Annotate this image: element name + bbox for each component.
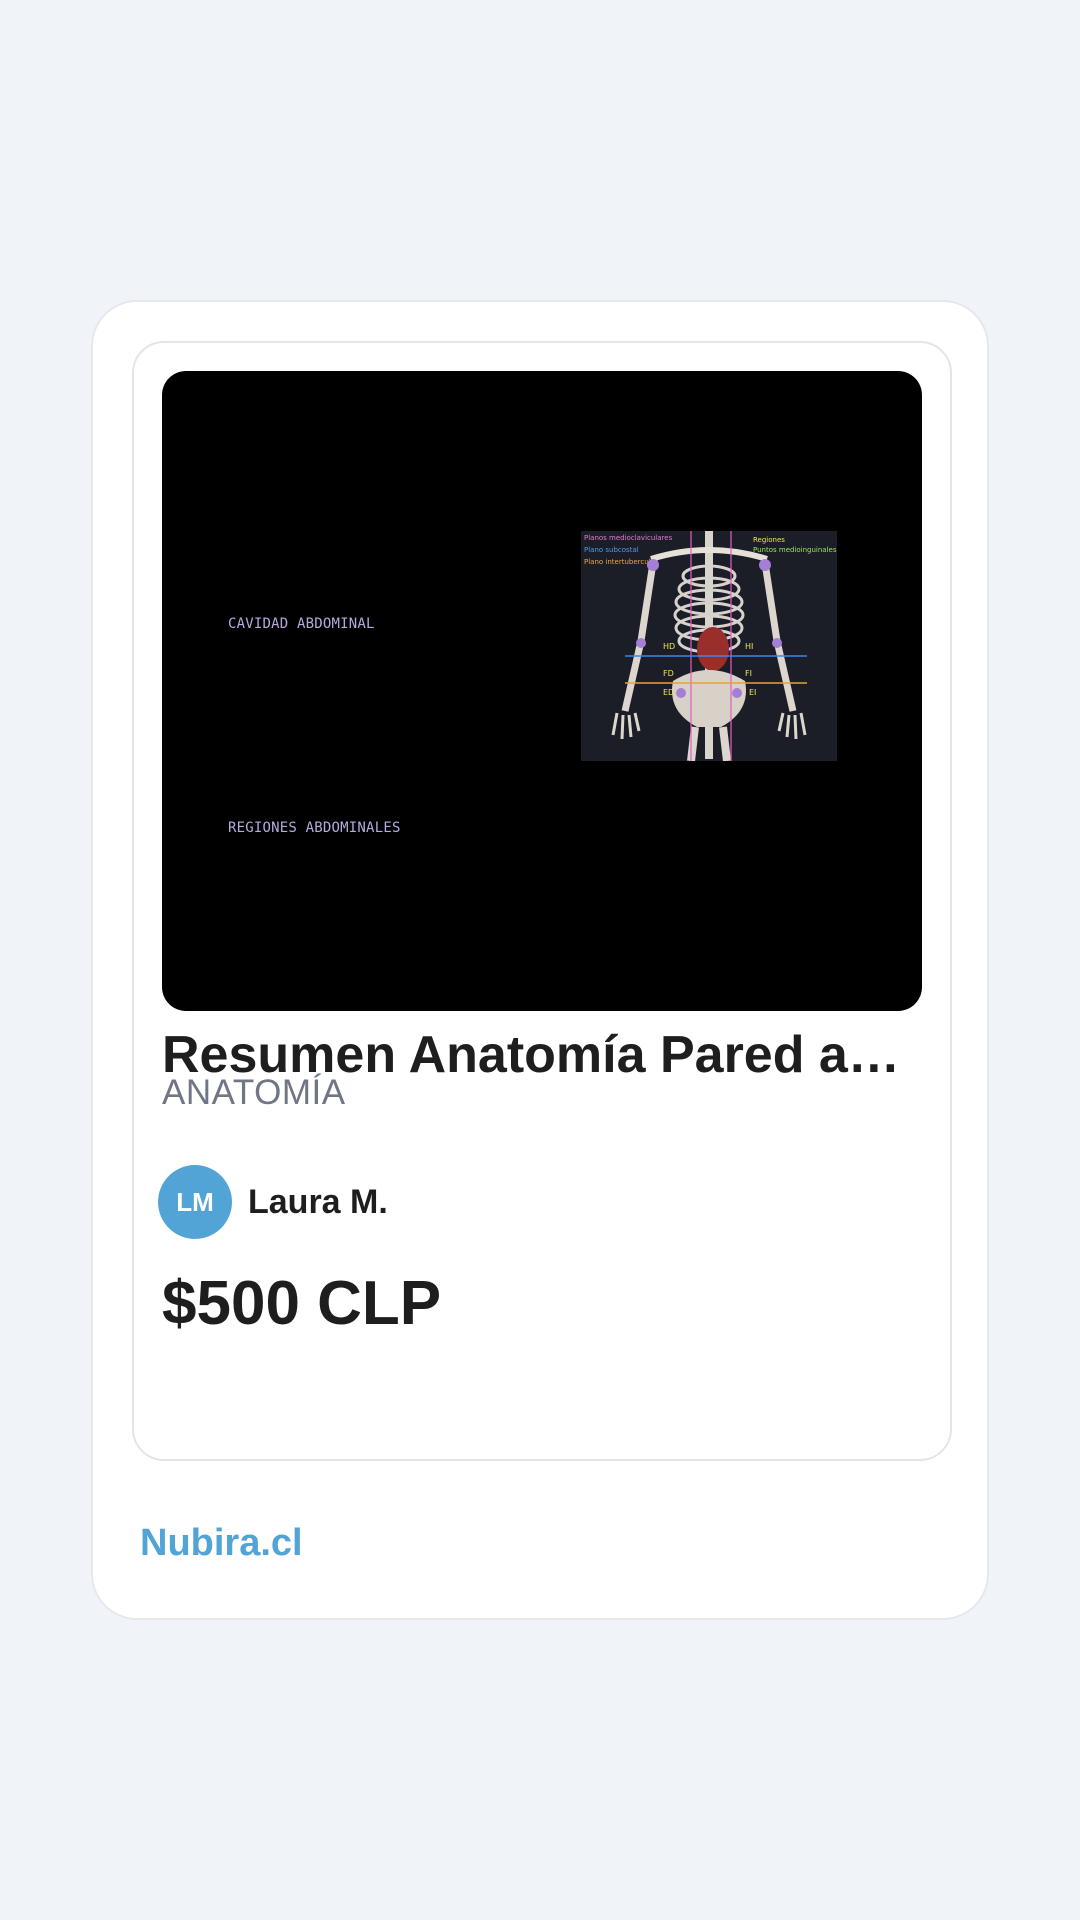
product-card[interactable]: CAVIDAD ABDOMINAL REGIONES ABDOMINALES P… xyxy=(132,341,952,1461)
brand-logo-text[interactable]: Nubira.cl xyxy=(140,1522,303,1565)
diagram-label-hi: HI xyxy=(745,642,753,651)
diagram-legend-1: Planos medioclaviculares xyxy=(584,534,673,542)
document-preview-image[interactable]: CAVIDAD ABDOMINAL REGIONES ABDOMINALES P… xyxy=(162,371,922,1011)
diagram-label-fi: FI xyxy=(745,669,752,678)
diagram-label-hd: HD xyxy=(663,642,675,651)
diagram-legend-2: Plano subcostal xyxy=(584,546,639,554)
diagram-legend-4: Regiones xyxy=(753,536,785,544)
product-category: ANATOMÍA xyxy=(162,1073,346,1112)
product-share-card: CAVIDAD ABDOMINAL REGIONES ABDOMINALES P… xyxy=(91,300,989,1620)
seller-name: Laura M. xyxy=(248,1182,388,1221)
product-price: $500 CLP xyxy=(162,1269,442,1338)
diagram-legend-5: Puntos medioinguinales xyxy=(753,546,837,554)
diagram-label-ed: ED xyxy=(663,688,674,697)
diagram-label-ei: EI xyxy=(749,688,756,697)
seller-info[interactable]: LM Laura M. xyxy=(158,1165,388,1239)
avatar: LM xyxy=(158,1165,232,1239)
diagram-label-fd: FD xyxy=(663,669,674,678)
skeleton-diagram: Planos medioclaviculares Plano subcostal… xyxy=(581,531,837,761)
preview-text-cavidad: CAVIDAD ABDOMINAL xyxy=(228,616,375,632)
preview-text-regiones: REGIONES ABDOMINALES xyxy=(228,820,401,836)
